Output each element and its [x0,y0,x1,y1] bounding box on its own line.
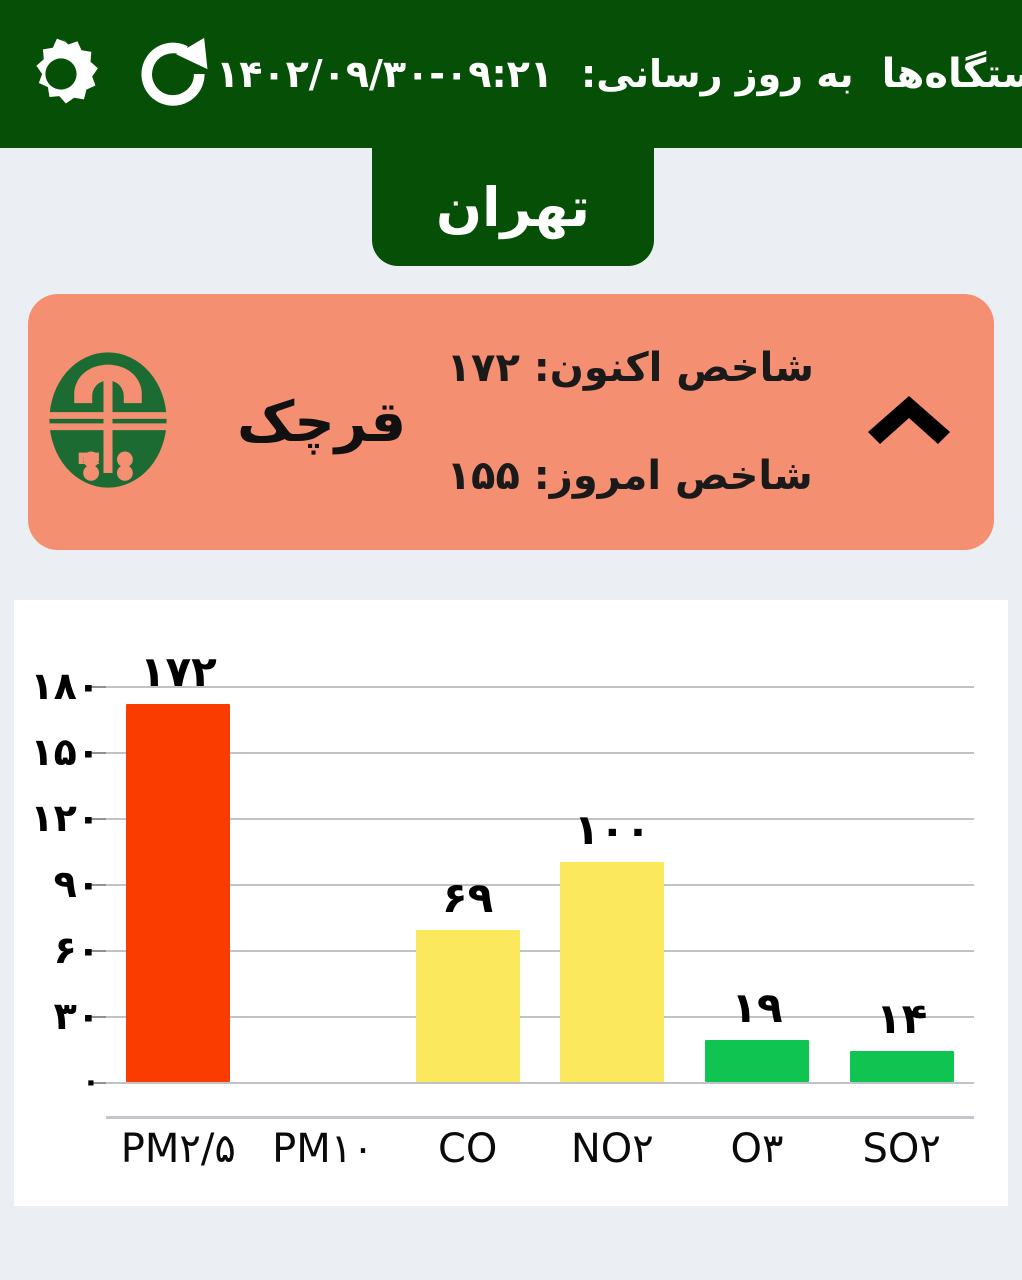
y-tick-label: ۹۰ [53,862,100,906]
chart-bars: ۱۷۲ ۶۹ ۱۰۰ ۱۹ ۱۴ [106,647,974,1082]
chart-bar-value-label: ۱۰۰ [573,805,651,854]
y-tick-label: ۱۵۰ [30,730,100,774]
index-today-value: ۱۵۵ [446,453,520,499]
x-tick-label: NO۲ [570,1126,654,1172]
update-label: به روز رسانی: [581,52,854,96]
station-card-qarchak[interactable]: شاخص اکنون: ۱۷۲ شاخص امروز: ۱۵۵ قرچک [28,294,994,550]
index-now-value: ۱۷۲ [446,345,520,391]
x-tick-label: O۳ [730,1126,784,1172]
tab-tehran[interactable]: تهران [372,148,654,266]
chevron-up-icon [866,392,952,452]
chart-bar-slot: ۱۰۰ [560,686,665,1082]
chart-bar-slot: ۱۷۲ [126,647,231,1082]
chart-bar [415,930,520,1082]
y-tick-label: ۶۰ [53,928,100,972]
chart-bar-value-label: ۶۹ [442,873,494,923]
city-tab-row: تهران [0,148,1022,268]
y-tick-label: ۱۸۰ [30,664,100,708]
chart-plot-area: ۱۸۰ ۱۵۰ ۱۲۰ ۹۰ ۶۰ ۳۰ ۰ ۱۷۲ ۶۹ ۱۰۰ ۱۹ ۱۴ [30,647,974,1100]
chart-bar [560,862,665,1082]
trend-indicator [824,392,994,452]
chart-bar-value-label: ۱۴ [876,994,928,1044]
chart-bar [704,1040,810,1082]
refresh-icon [132,33,214,115]
settings-button[interactable] [18,31,104,117]
chart-bar-slot: ۱۹ [704,686,810,1082]
index-today-label: شاخص امروز: [533,453,813,499]
app-bar-title-group: لیست ایستگاه‌ها به روز رسانی: ۱۴۰۲/۰۹/۳۰… [216,51,1022,97]
x-tick-label: CO [437,1126,498,1172]
chart-bar-value-label: ۱۷۲ [139,646,217,696]
x-tick-label: PM۲/۵ [120,1126,236,1172]
update-timestamp: ۱۴۰۲/۰۹/۳۰-۰۹:۲۱ [216,52,554,96]
chart-bar-slot: ۶۹ [415,686,520,1082]
y-tick-label: ۰ [81,1064,100,1100]
y-tick-label: ۳۰ [53,994,100,1038]
chart-bar-value-label: ۱۹ [731,983,783,1033]
station-list: شاخص اکنون: ۱۷۲ شاخص امروز: ۱۵۵ قرچک [0,268,1022,550]
doe-logo-icon [37,349,179,495]
y-tick-label: ۱۲۰ [30,796,100,840]
x-tick-label: SO۲ [862,1126,941,1172]
chart-bar [849,1051,954,1082]
index-now-label: شاخص اکنون: [533,345,814,391]
chart-x-axis-rule [106,1116,974,1119]
x-tick-label: PM۱۰ [272,1126,374,1172]
page-title: لیست ایستگاه‌ها [881,51,1022,97]
index-today: شاخص امروز: ۱۵۵ [447,453,813,499]
index-now: شاخص اکنون: ۱۷۲ [447,345,814,391]
tab-label: تهران [435,175,591,239]
app-bar: لیست ایستگاه‌ها به روز رسانی: ۱۴۰۲/۰۹/۳۰… [0,0,1022,148]
chart-x-axis-labels: PM۲/۵ PM۱۰ CO NO۲ O۳ SO۲ [106,1126,974,1196]
chart-bar [126,703,231,1082]
chart-bar-slot: ۱۴ [849,686,954,1082]
app-bar-actions [0,31,216,117]
station-logo [19,294,197,550]
chart-bar-slot [271,686,375,1082]
station-name: قرچک [237,389,407,455]
station-index-group: شاخص اکنون: ۱۷۲ شاخص امروز: ۱۵۵ [447,345,824,499]
pollutant-chart-card: ۱۸۰ ۱۵۰ ۱۲۰ ۹۰ ۶۰ ۳۰ ۰ ۱۷۲ ۶۹ ۱۰۰ ۱۹ ۱۴ PM۲/۵ PM۱۰ C… [14,600,1008,1206]
gridline [106,1082,974,1084]
refresh-button[interactable] [130,31,216,117]
gear-icon [20,33,102,115]
